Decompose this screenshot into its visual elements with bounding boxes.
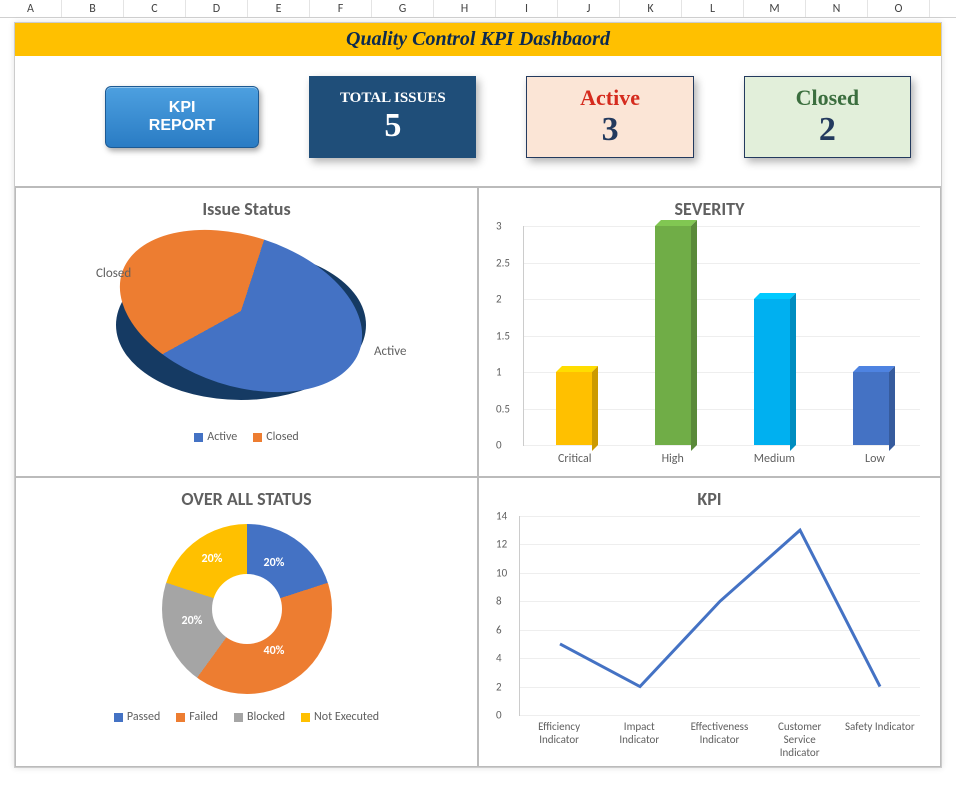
col-M[interactable]: M: [744, 0, 806, 17]
card-closed-label: Closed: [796, 85, 860, 111]
pie-label-closed: Closed: [96, 266, 131, 281]
col-F[interactable]: F: [310, 0, 372, 17]
donut-legend: Passed Failed Blocked Not Executed: [26, 710, 467, 724]
card-active-label: Active: [580, 85, 640, 111]
bar-plot: 00.511.522.53: [523, 226, 920, 446]
card-closed-value: 2: [819, 111, 836, 149]
col-J[interactable]: J: [558, 0, 620, 17]
card-active-value: 3: [602, 111, 619, 149]
donut-icon: 20% 40% 20% 20%: [162, 524, 332, 694]
chart-overall-status[interactable]: OVER ALL STATUS 20% 40% 20% 20% Passed F…: [15, 477, 478, 767]
line-xlabels: Efficiency Indicator Impact Indicator Ef…: [519, 720, 920, 759]
col-L[interactable]: L: [682, 0, 744, 17]
dashboard-frame: Quality Control KPI Dashbaord KPI REPORT…: [14, 22, 942, 768]
bar-xlabels: Critical High Medium Low: [523, 452, 920, 466]
col-E[interactable]: E: [248, 0, 310, 17]
col-D[interactable]: D: [186, 0, 248, 17]
dashboard-title: Quality Control KPI Dashbaord: [15, 23, 941, 56]
pie-label-active: Active: [374, 344, 406, 359]
charts-grid: Issue Status Closed Active Active Closed…: [15, 186, 941, 767]
chart-title: Issue Status: [26, 198, 467, 220]
col-N[interactable]: N: [806, 0, 868, 17]
pie-icon: [99, 201, 383, 421]
chart-kpi[interactable]: KPI 02468101214 Efficiency Indicator Imp…: [478, 477, 941, 767]
col-A[interactable]: A: [0, 0, 62, 17]
pie-wrap: Closed Active: [26, 226, 467, 426]
col-O[interactable]: O: [868, 0, 930, 17]
metrics-row: KPI REPORT TOTAL ISSUES 5 Active 3 Close…: [15, 56, 941, 186]
chart-severity[interactable]: SEVERITY 00.511.522.53 Critical High Med…: [478, 187, 941, 477]
pie-legend: Active Closed: [26, 430, 467, 444]
col-I[interactable]: I: [496, 0, 558, 17]
card-total-issues: TOTAL ISSUES 5: [309, 76, 476, 158]
col-G[interactable]: G: [372, 0, 434, 17]
kpi-report-button[interactable]: KPI REPORT: [105, 86, 259, 148]
col-K[interactable]: K: [620, 0, 682, 17]
card-total-label: TOTAL ISSUES: [340, 90, 446, 107]
card-total-value: 5: [384, 107, 401, 145]
col-C[interactable]: C: [124, 0, 186, 17]
line-plot: 02468101214: [519, 516, 920, 716]
chart-title: SEVERITY: [489, 198, 930, 220]
column-headers: A B C D E F G H I J K L M N O: [0, 0, 956, 18]
chart-title: KPI: [489, 488, 930, 510]
chart-issue-status[interactable]: Issue Status Closed Active Active Closed: [15, 187, 478, 477]
col-H[interactable]: H: [434, 0, 496, 17]
chart-title: OVER ALL STATUS: [26, 488, 467, 510]
card-active: Active 3: [526, 76, 693, 158]
col-B[interactable]: B: [62, 0, 124, 17]
card-closed: Closed 2: [744, 76, 911, 158]
